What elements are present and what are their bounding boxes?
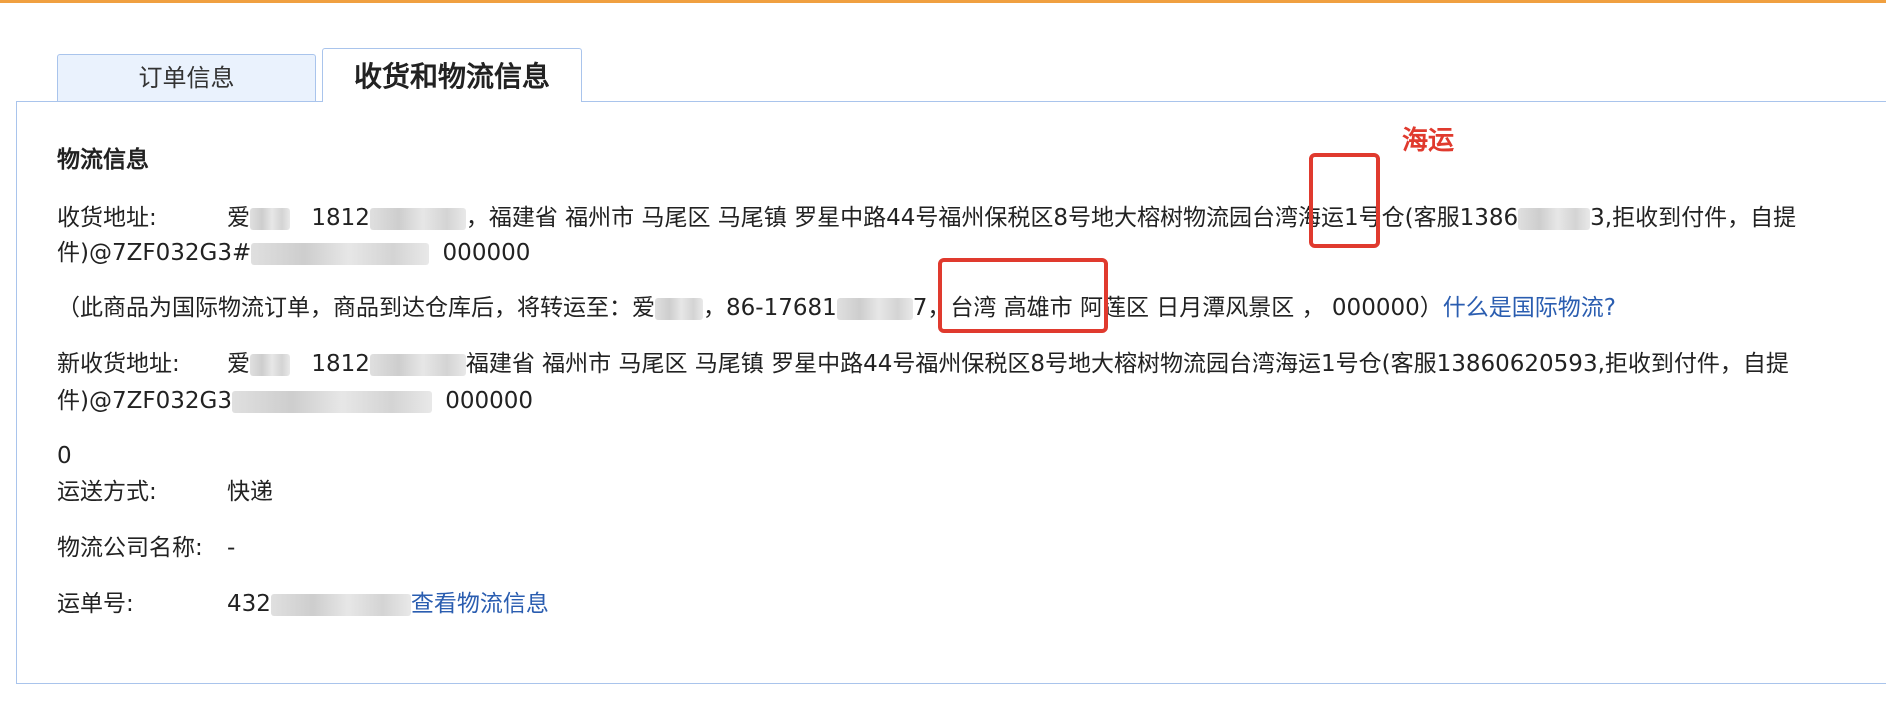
new-address-line2: 件)@7ZF032G3 000000 xyxy=(57,386,533,416)
redacted-blur xyxy=(231,390,432,413)
shipping-address-label: 收货地址: xyxy=(57,205,157,231)
new-address-label: 新收货地址: xyxy=(57,351,180,377)
tracking-number: 432 xyxy=(227,591,271,617)
tab-order-info[interactable]: 订单信息 xyxy=(57,54,316,101)
redacted-blur xyxy=(369,353,466,376)
tab-shipping-logistics[interactable]: 收货和物流信息 xyxy=(322,48,582,102)
new-recipient-name: 爱 xyxy=(227,351,250,377)
redacted-blur xyxy=(369,207,466,230)
new-recipient-phone: 1812 xyxy=(311,351,370,377)
shipping-method-label: 运送方式: xyxy=(57,479,157,505)
notice-phone: ，86-17681 xyxy=(703,295,837,321)
shipping-address-line1: 爱 1812 ，福建省 福州市 马尾区 马尾镇 罗星中路44号福州保税区8号地大榕… xyxy=(227,203,1796,233)
annotation-box-sea-freight xyxy=(1309,153,1380,248)
recipient-phone: 1812 xyxy=(311,205,370,231)
new-address-line1: 爱 1812 福建省 福州市 马尾区 马尾镇 罗星中路44号福州保税区8号地大榕树… xyxy=(227,349,1789,379)
shipping-address-line2: 件)@7ZF032G3# 000000 xyxy=(57,238,530,268)
redacted-blur xyxy=(836,297,913,320)
top-accent-bar xyxy=(0,0,1886,3)
zero-value: 0 xyxy=(57,443,72,469)
international-notice: （此商品为国际物流订单，商品到达仓库后，将转运至：爱 ，86-17681 7，台湾 … xyxy=(57,293,1616,323)
logistics-company-label: 物流公司名称: xyxy=(57,535,203,561)
tracking-number-label: 运单号: xyxy=(57,591,134,617)
logistics-company-value: - xyxy=(227,535,236,561)
section-title: 物流信息 xyxy=(57,147,149,173)
postcode: 000000 xyxy=(442,240,531,266)
new-postcode: 000000 xyxy=(445,388,534,414)
new-address-code: 件)@7ZF032G3 xyxy=(57,388,232,414)
recipient-name: 爱 xyxy=(227,205,250,231)
redacted-blur xyxy=(250,207,290,230)
notice-prefix: （此商品为国际物流订单，商品到达仓库后，将转运至：爱 xyxy=(57,295,655,321)
view-logistics-link[interactable]: 查看物流信息 xyxy=(411,591,549,617)
tracking-number-row: 432 查看物流信息 xyxy=(227,589,549,619)
new-address-text: 福建省 福州市 马尾区 马尾镇 罗星中路44号福州保税区8号地大榕树物流园台湾海… xyxy=(465,351,1789,377)
redacted-blur xyxy=(250,353,290,376)
shipping-method-value: 快递 xyxy=(227,479,273,505)
address-text-end: 3,拒收到付件，自提 xyxy=(1590,205,1797,231)
redacted-blur xyxy=(270,593,411,616)
address-code: 件)@7ZF032G3# xyxy=(57,240,252,266)
redacted-blur xyxy=(251,242,430,265)
redacted-blur xyxy=(655,297,703,320)
redacted-blur xyxy=(1518,207,1591,230)
international-logistics-link[interactable]: 什么是国际物流? xyxy=(1443,295,1616,321)
annotation-label: 海运 xyxy=(1402,126,1455,156)
annotation-box-taiwan xyxy=(938,258,1108,333)
